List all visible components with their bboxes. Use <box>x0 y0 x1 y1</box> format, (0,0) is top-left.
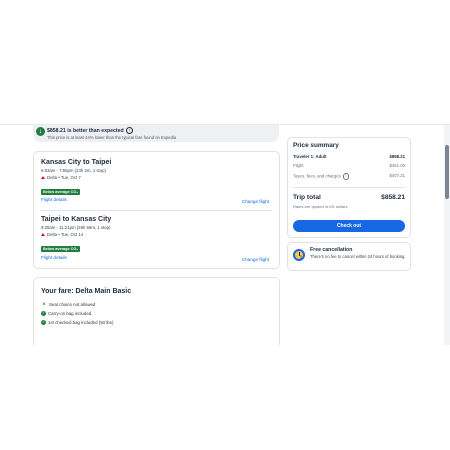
segment-times: 6:53am - 7:55pm (24h 2m, 1 stop) <box>41 168 106 173</box>
fare-title: Your fare: Delta Main Basic <box>41 288 132 295</box>
banner-subtext: This price is at least 44% lower than th… <box>47 135 177 140</box>
currency-note: Rates are quoted in US dollars <box>293 204 348 209</box>
cancellation-title: Free cancellation <box>310 247 353 253</box>
price-insight-banner: ↓ $858.21 is better than expected i This … <box>33 125 279 142</box>
flight-amount: $451.00 <box>389 163 405 168</box>
banner-headline: $858.21 is better than expected i <box>47 127 133 134</box>
flight-details-link[interactable]: Flight details <box>41 255 67 260</box>
fare-feature: × Seat choice not allowed <box>42 302 96 308</box>
segment-airline: Delta • Tue, Oct 7 <box>41 175 111 180</box>
flight-price-row: Flight $451.00 <box>293 163 405 168</box>
price-summary-title: Price summary <box>293 142 339 149</box>
co2-badge: Below average CO₂ <box>41 246 81 252</box>
segment-route: Kansas City to Taipei <box>41 159 112 166</box>
price-summary-card: Price summary Traveler 1: Adult $858.21 … <box>287 137 411 238</box>
page-scrollbar[interactable] <box>444 125 450 345</box>
segment-airline: Delta • Tue, Oct 14 <box>41 232 111 237</box>
traveler-row: Traveler 1: Adult $858.21 <box>293 154 405 159</box>
close-icon: × <box>42 302 46 308</box>
clock-icon <box>293 249 305 261</box>
free-cancellation-card: Free cancellation There's no fee to canc… <box>287 242 411 271</box>
traveler-amount: $858.21 <box>389 154 405 159</box>
flight-segment-outbound: Kansas City to Taipei 6:53am - 7:55pm (2… <box>41 159 111 198</box>
delta-logo-icon <box>41 176 45 180</box>
taxes-amount: $407.21 <box>389 173 405 178</box>
flight-details-link[interactable]: Flight details <box>41 197 67 202</box>
segment-route: Taipei to Kansas City <box>41 216 112 223</box>
change-flight-link[interactable]: Change flight <box>242 257 269 262</box>
info-icon[interactable]: i <box>125 127 133 134</box>
scrollbar-thumb[interactable] <box>445 145 449 199</box>
check-out-button[interactable]: Check out <box>293 220 405 232</box>
checkout-page: ↓ $858.21 is better than expected i This … <box>0 124 450 345</box>
price-divider <box>293 187 405 188</box>
segment-divider <box>41 210 272 211</box>
checkmark-icon: ✓ <box>41 311 46 317</box>
flight-segment-return: Taipei to Kansas City 9:25am - 11:21pm (… <box>41 216 111 255</box>
delta-logo-icon <box>41 233 45 237</box>
flights-card: Kansas City to Taipei 6:53am - 7:55pm (2… <box>33 151 280 269</box>
cancellation-description: There's no fee to cancel within 24 hours… <box>310 254 406 259</box>
fare-card: Your fare: Delta Main Basic × Seat choice… <box>33 277 280 345</box>
info-icon[interactable]: i <box>342 173 350 180</box>
co2-badge: Below average CO₂ <box>41 189 81 195</box>
trip-total-amount: $858.21 <box>381 194 405 201</box>
taxes-row: Taxes, fees, and charges i $407.21 <box>293 173 405 180</box>
fare-feature: ✓ Carry-on bag included <box>41 311 92 317</box>
price-down-icon: ↓ <box>36 127 45 136</box>
change-flight-link[interactable]: Change flight <box>242 199 269 204</box>
checkmark-icon: ✓ <box>41 320 46 326</box>
fare-feature: ✓ 1st checked bag included (50 lbs) <box>41 320 114 326</box>
segment-times: 9:25am - 11:21pm (26h 56m, 1 stop) <box>41 225 111 230</box>
trip-total-row: Trip total $858.21 <box>293 194 405 201</box>
